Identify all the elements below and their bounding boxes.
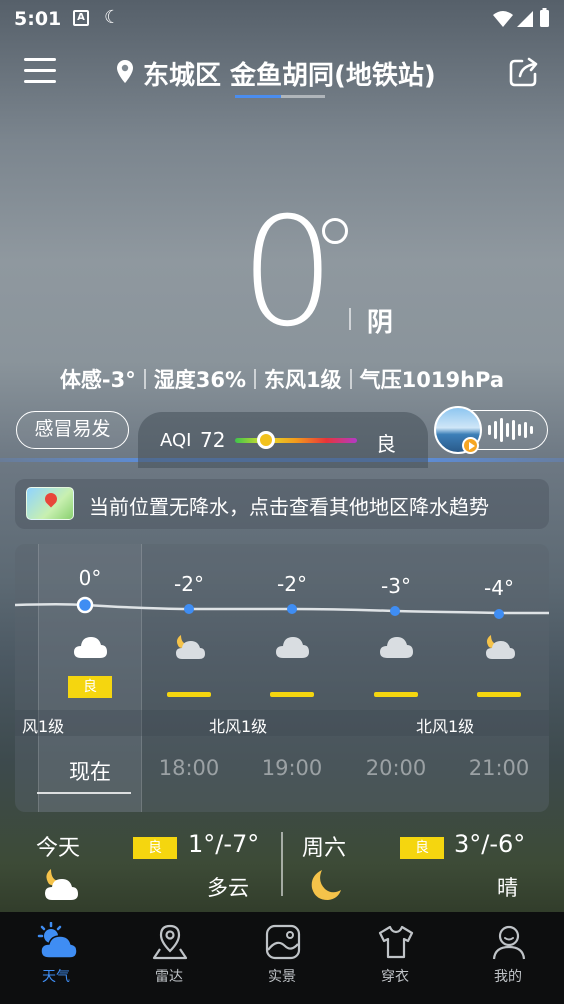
temperature-curve (15, 596, 549, 619)
aqi-panel[interactable]: AQI 72 良 (138, 412, 428, 468)
precipitation-text: 当前位置无降水，点击查看其他地区降水趋势 (89, 495, 489, 519)
wifi-icon (493, 11, 513, 27)
hour-time: 21:00 (468, 756, 530, 780)
weather-icon (37, 922, 77, 959)
nav-label: 我的 (494, 969, 522, 985)
nav-clothing[interactable]: 穿衣 (339, 912, 451, 1004)
menu-icon[interactable] (24, 58, 56, 86)
nav-radar[interactable]: 雷达 (113, 912, 225, 1004)
aqi-level: 良 (376, 432, 396, 456)
wind-label: 北风1级 (209, 717, 268, 736)
accessibility-a-icon: A (73, 10, 89, 26)
play-icon (462, 437, 479, 454)
feels-like: 体感-3° (59, 368, 136, 392)
day-temp-range: 3°/-6° (454, 830, 526, 858)
map-icon (26, 487, 74, 520)
day-description: 多云 (207, 876, 249, 900)
day-aqi-badge: 良 (400, 837, 444, 859)
hour-time: 20:00 (365, 756, 427, 780)
nav-weather[interactable]: 天气 (0, 912, 112, 1004)
degree-symbol (322, 218, 348, 244)
clothing-icon (378, 925, 414, 959)
nav-live-scene[interactable]: 实景 (226, 912, 338, 1004)
curve-point-now (76, 596, 94, 614)
photo-icon (265, 924, 301, 960)
day-description: 晴 (497, 876, 518, 900)
location-title[interactable]: 东城区 金鱼胡同(地铁站) (143, 55, 436, 92)
pressure: 气压1019hPa (359, 368, 505, 392)
now-underline (37, 792, 131, 794)
day-aqi-badge: 良 (133, 837, 177, 859)
nav-label: 天气 (42, 969, 70, 985)
wind-label: 风1级 (22, 717, 65, 736)
partly-cloudy-night-icon (45, 869, 78, 900)
do-not-disturb-moon-icon: ☾ (104, 7, 121, 28)
aqi-value: 72 (200, 428, 226, 452)
signal-icon (517, 11, 533, 27)
nav-label: 穿衣 (381, 969, 409, 985)
day-name: 今天 (36, 836, 81, 861)
daily-forecast: 今天 良 1°/-7° 多云 周六 良 3°/-6° 晴 (0, 812, 564, 912)
curve-point (287, 604, 297, 614)
wind-label: 北风1级 (416, 717, 475, 736)
curve-point (184, 604, 194, 614)
moon-icon (311, 870, 341, 900)
hour-time: 19:00 (261, 756, 323, 780)
hour-aqi-bar (374, 692, 418, 697)
wind: 东风1级 (264, 368, 342, 392)
battery-icon (540, 10, 549, 27)
aqi-indicator-knob (257, 431, 275, 449)
curve-point (494, 609, 504, 619)
hour-aqi-bar (477, 692, 521, 697)
nav-profile[interactable]: 我的 (452, 912, 564, 1004)
wind-row: 风1级 北风1级 北风1级 (15, 710, 549, 736)
condition-separator (349, 308, 351, 330)
status-icons (493, 8, 549, 27)
current-temperature: 0 (240, 186, 335, 360)
share-icon[interactable] (508, 56, 540, 88)
location-page-indicator (235, 95, 325, 98)
hour-aqi-bar (270, 692, 314, 697)
aqi-label: AQI (160, 430, 192, 451)
hour-aqi-bar (167, 692, 211, 697)
bottom-navigation: 天气 雷达 实景 穿衣 我的 (0, 912, 564, 1004)
hour-time: 现在 (69, 760, 111, 784)
current-condition: 阴 (367, 308, 394, 338)
hour-time: 18:00 (158, 756, 220, 780)
nav-label: 雷达 (155, 969, 183, 985)
status-time: 5:01 (14, 8, 62, 30)
humidity: 湿度36% (153, 368, 247, 392)
sound-wave-icon (488, 418, 536, 442)
day-separator (281, 832, 283, 896)
day-name: 周六 (302, 836, 347, 861)
nav-label: 实景 (268, 969, 296, 985)
weather-details: 体感-3° 湿度36% 东风1级 气压1019hPa (0, 364, 564, 394)
flu-index-button[interactable]: 感冒易发 (16, 411, 129, 449)
hourly-forecast-panel[interactable]: 0° 良 现在 -2° 18:00 -2° 19:00 -3° 20:00 -4… (15, 544, 549, 812)
hour-aqi-badge: 良 (68, 676, 112, 698)
day-temp-range: 1°/-7° (188, 830, 260, 858)
status-bar: 5:01 A ☾ (0, 0, 564, 38)
curve-point (390, 606, 400, 616)
aqi-gradient-bar (235, 438, 357, 443)
precipitation-banner[interactable]: 当前位置无降水，点击查看其他地区降水趋势 (15, 479, 549, 529)
profile-icon (492, 925, 526, 960)
radar-location-icon (152, 924, 188, 960)
location-pin-icon (117, 60, 133, 83)
